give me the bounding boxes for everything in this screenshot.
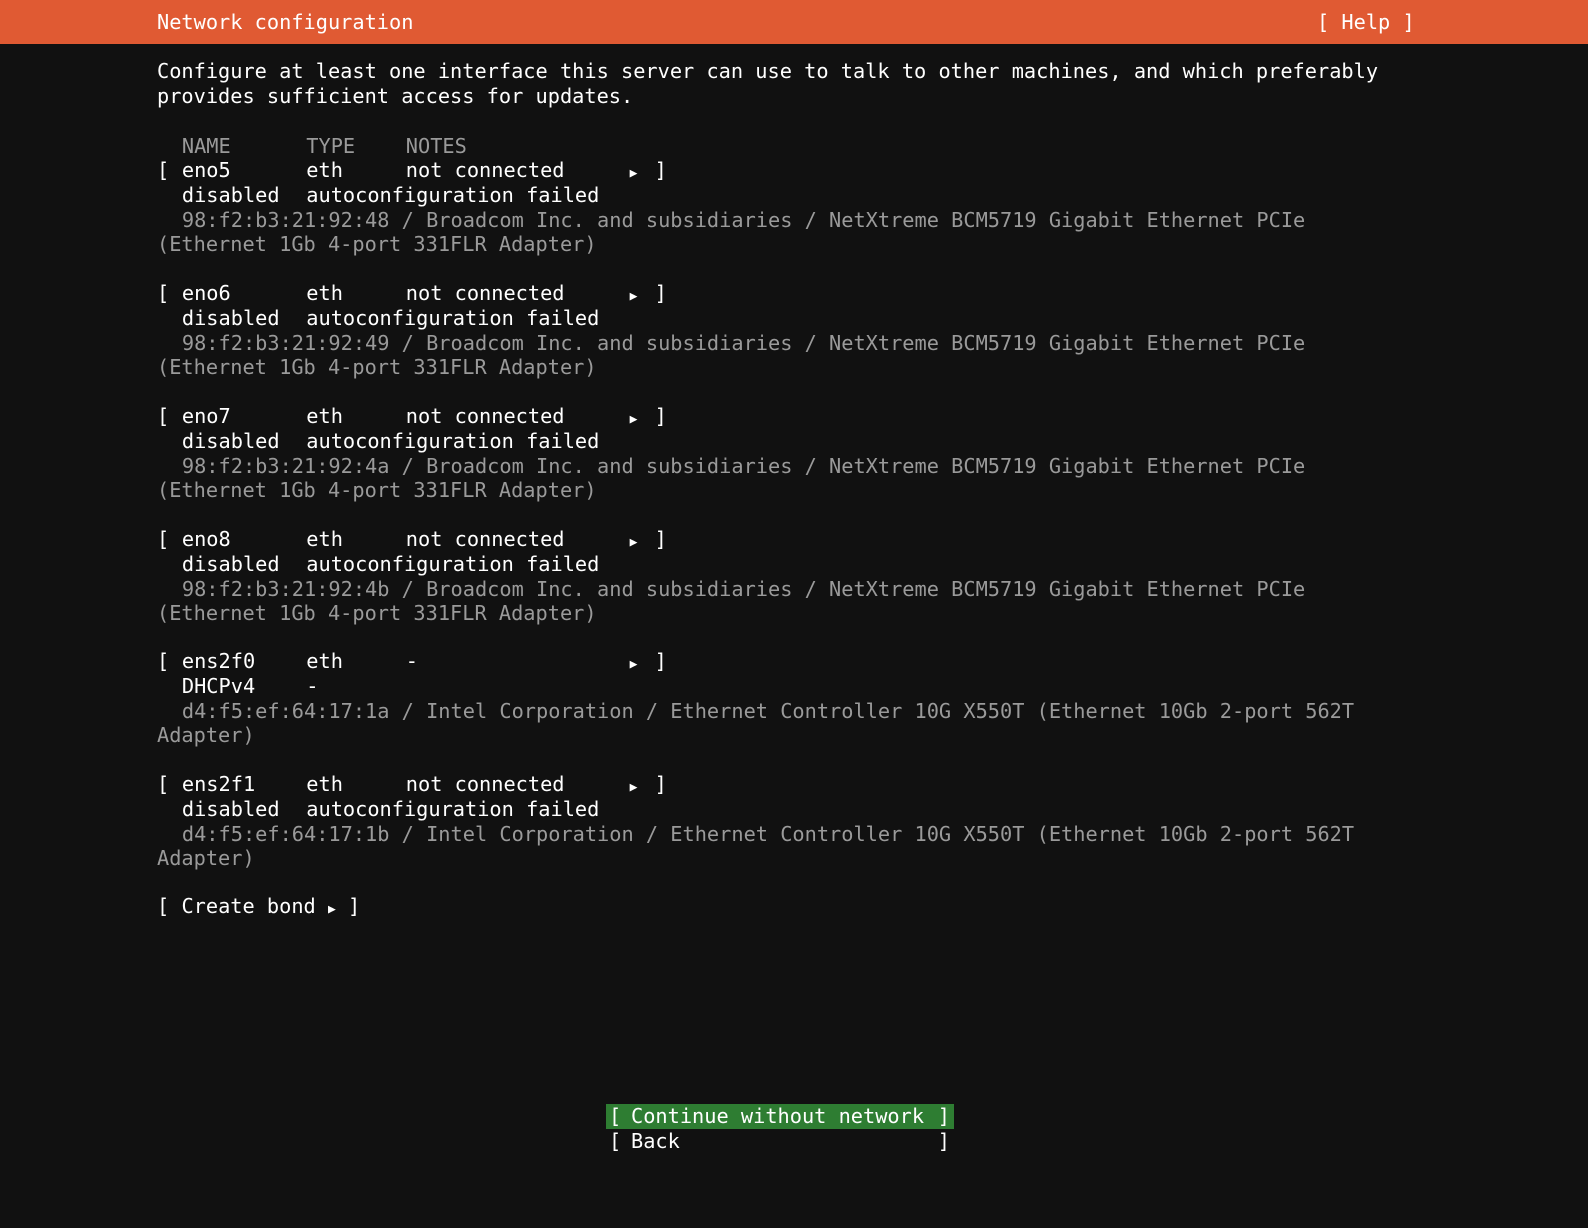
bracket-close: ]	[654, 158, 667, 182]
interface-hw-info: d4:f5:ef:64:17:1b / Intel Corporation / …	[181, 821, 1355, 846]
interface-type: eth	[306, 527, 343, 551]
interface-name: eno5	[181, 158, 231, 182]
interface-hw-info-cont: (Ethernet 1Gb 4-port 331FLR Adapter)	[157, 478, 597, 503]
interface-notes: not connected	[405, 772, 565, 796]
column-headers: NAME TYPE NOTES	[157, 134, 467, 159]
interface-hw-info: d4:f5:ef:64:17:1a / Intel Corporation / …	[181, 698, 1355, 723]
interface-state-note: autoconfiguration failed	[306, 182, 600, 207]
interface-state: disabled	[181, 551, 280, 576]
bracket-close: ]	[348, 894, 361, 918]
interface-type: eth	[306, 158, 343, 182]
bracket-close: ]	[937, 1104, 950, 1128]
interface-hw-info: 98:f2:b3:21:92:4b / Broadcom Inc. and su…	[181, 576, 1306, 601]
interface-type: eth	[306, 281, 343, 305]
submenu-arrow-icon[interactable]: ▶	[630, 653, 655, 678]
bracket-close: ]	[654, 527, 667, 551]
interface-notes: not connected	[405, 404, 565, 428]
bracket-open: [	[157, 649, 170, 673]
interface-state: disabled	[181, 428, 280, 453]
interface-hw-info: 98:f2:b3:21:92:48 / Broadcom Inc. and su…	[181, 207, 1306, 232]
interface-hw-info-cont: Adapter)	[157, 723, 255, 748]
bracket-open: [	[157, 527, 170, 551]
interface-notes: -	[405, 649, 418, 673]
bracket-open: [	[609, 1104, 622, 1128]
column-header-notes: NOTES	[405, 134, 467, 158]
interface-hw-info: 98:f2:b3:21:92:49 / Broadcom Inc. and su…	[181, 330, 1306, 355]
interface-row-ens2f1[interactable]: [ens2f1 eth not connected ▶]	[157, 772, 1417, 797]
bracket-close: ]	[654, 281, 667, 305]
interface-state-note: -	[306, 673, 319, 698]
intro-text: Configure at least one interface this se…	[157, 59, 1379, 108]
interface-entry-eno6: [ eno6 eth not connected ▶] disabled autoconf…	[157, 281, 1417, 380]
interface-state: DHCPv4	[181, 673, 256, 698]
interface-entry-eno7: [ eno7 eth not connected ▶] disabled autoconf…	[157, 404, 1417, 503]
interface-state: disabled	[181, 182, 280, 207]
interface-hw-info-cont: (Ethernet 1Gb 4-port 331FLR Adapter)	[157, 355, 597, 380]
submenu-arrow-icon[interactable]: ▶	[630, 408, 655, 433]
bracket-open: [	[609, 1129, 622, 1153]
interface-notes: not connected	[405, 527, 565, 551]
submenu-arrow-icon[interactable]: ▶	[630, 162, 655, 187]
interface-row-eno7[interactable]: [eno7 eth not connected ▶]	[157, 404, 1417, 429]
continue-without-network-label: Continue without network	[631, 1104, 925, 1128]
bracket-open: [	[157, 894, 170, 918]
bracket-close: ]	[654, 772, 667, 796]
interface-row-eno6[interactable]: [eno6 eth not connected ▶]	[157, 281, 1417, 306]
interface-hw-info-cont: (Ethernet 1Gb 4-port 331FLR Adapter)	[157, 232, 597, 257]
page-title: Network configuration	[157, 10, 414, 34]
submenu-arrow-icon[interactable]: ▶	[630, 776, 655, 801]
interface-row-eno5[interactable]: [eno5 eth not connected ▶]	[157, 158, 1417, 183]
bracket-close: ]	[654, 649, 667, 673]
interface-entry-eno8: [ eno8 eth not connected ▶] disabled autoconf…	[157, 527, 1417, 626]
interface-name: ens2f0	[181, 649, 256, 673]
bracket-open: [	[157, 772, 170, 796]
interface-hw-info-cont: (Ethernet 1Gb 4-port 331FLR Adapter)	[157, 601, 597, 626]
bracket-close: ]	[654, 404, 667, 428]
interface-state-note: autoconfiguration failed	[306, 551, 600, 576]
back-label: Back	[631, 1129, 680, 1153]
create-bond-label: Create bond	[181, 894, 316, 918]
help-button[interactable]: [ Help ]	[1317, 10, 1415, 35]
create-bond-button[interactable]: [ Create bond ▶ ]	[157, 894, 360, 923]
submenu-arrow-icon[interactable]: ▶	[630, 531, 655, 556]
interface-row-eno8[interactable]: [eno8 eth not connected ▶]	[157, 527, 1417, 552]
interface-type: eth	[306, 649, 343, 673]
continue-without-network-button[interactable]: [ Continue without network ]	[606, 1104, 954, 1129]
column-header-name: NAME	[181, 134, 231, 158]
interface-state-note: autoconfiguration failed	[306, 428, 600, 453]
column-header-type: TYPE	[306, 134, 356, 158]
interface-state: disabled	[181, 305, 280, 330]
bracket-open: [	[157, 281, 170, 305]
interface-name: eno6	[181, 281, 231, 305]
interface-state-note: autoconfiguration failed	[306, 305, 600, 330]
interface-type: eth	[306, 404, 343, 428]
submenu-arrow-icon[interactable]: ▶	[630, 285, 655, 310]
interface-name: eno7	[181, 404, 231, 428]
interface-hw-info-cont: Adapter)	[157, 846, 255, 871]
interface-hw-info: 98:f2:b3:21:92:4a / Broadcom Inc. and su…	[181, 453, 1306, 478]
bracket-open: [	[157, 404, 170, 428]
interface-row-ens2f0[interactable]: [ens2f0 eth - ▶]	[157, 649, 1417, 674]
interface-entry-eno5: [ eno5 eth not connected ▶] disabled autoconf…	[157, 158, 1417, 257]
interface-notes: not connected	[405, 281, 565, 305]
header-bar: Network configuration [ Help ]	[0, 0, 1588, 44]
interface-entry-ens2f0: [ens2f0 eth - ▶] DHCPv4- d4:f5:ef:64:17:1a …	[157, 649, 1417, 748]
back-button[interactable]: [ Back ]	[606, 1129, 954, 1154]
interface-entry-ens2f1: [ ens2f1 eth not connected ▶] disabled autoco…	[157, 772, 1417, 871]
interface-name: ens2f1	[181, 772, 256, 796]
interface-name: eno8	[181, 527, 231, 551]
interface-notes: not connected	[405, 158, 565, 182]
interface-state: disabled	[181, 796, 280, 821]
interface-type: eth	[306, 772, 343, 796]
interface-state-note: autoconfiguration failed	[306, 796, 600, 821]
submenu-arrow-icon: ▶	[327, 902, 336, 917]
bracket-close: ]	[937, 1129, 950, 1153]
bracket-open: [	[157, 158, 170, 182]
